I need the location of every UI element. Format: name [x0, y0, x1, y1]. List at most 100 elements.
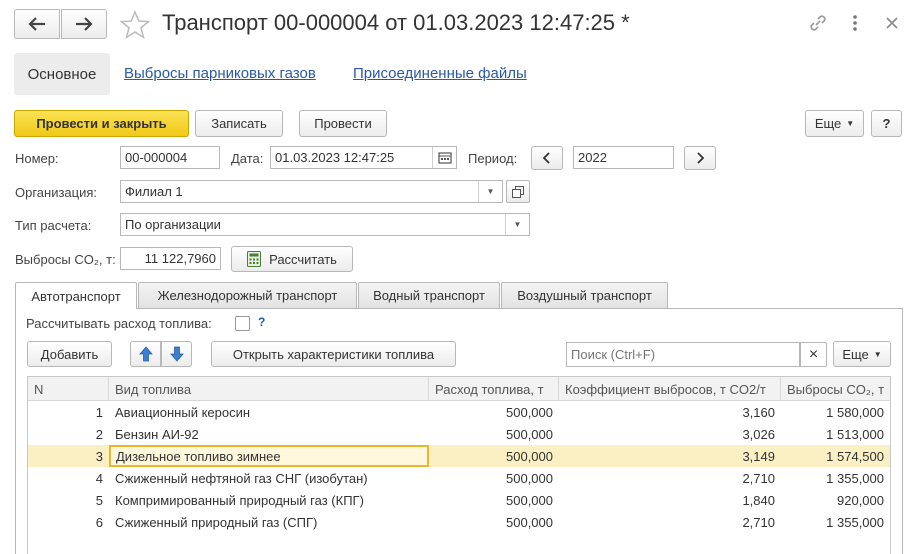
- move-down-button[interactable]: [161, 341, 192, 367]
- more-label: Еще: [814, 116, 842, 131]
- row-number: 5: [95, 492, 103, 508]
- coef-cell: 1,840: [742, 492, 775, 508]
- panel-more-label: Еще: [842, 346, 869, 362]
- calculate-label: Рассчитать: [269, 251, 337, 267]
- row-number: 1: [95, 404, 103, 420]
- row-number: 3: [95, 448, 103, 464]
- nav-emissions-link[interactable]: Выбросы парниковых газов: [124, 65, 316, 82]
- emissions-cell: 1 355,000: [826, 470, 884, 486]
- calc-type-select[interactable]: По организации ▼: [120, 213, 530, 236]
- org-select[interactable]: Филиал 1 ▼: [120, 180, 503, 203]
- table-row[interactable]: 4 Сжиженный нефтяной газ СНГ (изобутан) …: [28, 467, 890, 489]
- date-input[interactable]: 01.03.2023 12:47:25: [270, 146, 457, 169]
- panel-more-button[interactable]: Еще ▼: [833, 341, 891, 367]
- post-and-close-label: Провести и закрыть: [36, 116, 167, 131]
- calendar-icon[interactable]: [432, 147, 456, 168]
- fuel-type-cell: Авиационный керосин: [115, 404, 251, 420]
- clear-icon: ×: [808, 345, 819, 363]
- table-row[interactable]: 6 Сжиженный природный газ (СПГ) 500,000 …: [28, 511, 890, 533]
- calculator-icon: [247, 251, 262, 267]
- close-icon[interactable]: [884, 15, 900, 31]
- tab-water-transport-label: Водный транспорт: [373, 288, 485, 303]
- link-icon[interactable]: [808, 13, 828, 33]
- column-header-coef[interactable]: Коэффициент выбросов, т CO2/т: [559, 377, 781, 401]
- arrow-left-icon: [28, 17, 45, 31]
- chevron-down-icon: ▼: [873, 349, 882, 359]
- consumption-cell: 500,000: [506, 448, 553, 464]
- column-header-n[interactable]: N: [28, 377, 109, 401]
- period-input[interactable]: 2022: [573, 146, 674, 169]
- fuel-type-cell[interactable]: Дизельное топливо зимнее: [109, 445, 429, 467]
- dropdown-arrow-icon[interactable]: ▼: [505, 214, 529, 235]
- co2-label: Выбросы CO₂, т:: [15, 252, 116, 267]
- add-button[interactable]: Добавить: [27, 341, 112, 367]
- favorite-star-icon[interactable]: [119, 10, 151, 40]
- org-open-button[interactable]: [506, 180, 530, 203]
- dropdown-arrow-icon[interactable]: ▼: [478, 181, 502, 202]
- consumption-cell: 500,000: [506, 404, 553, 420]
- consumption-cell: 500,000: [506, 492, 553, 508]
- row-number: 4: [95, 470, 103, 486]
- more-vertical-icon[interactable]: [848, 13, 862, 33]
- consumption-cell: 500,000: [506, 514, 553, 530]
- post-label: Провести: [314, 116, 372, 131]
- table-row[interactable]: 5 Компримированный природный газ (КПГ) 5…: [28, 489, 890, 511]
- search-input[interactable]: [566, 342, 800, 367]
- number-label: Номер:: [15, 151, 59, 166]
- column-header-fuel[interactable]: Вид топлива: [109, 377, 429, 401]
- date-label: Дата:: [231, 151, 264, 166]
- tab-water-transport[interactable]: Водный транспорт: [358, 282, 500, 308]
- forward-button[interactable]: [61, 9, 107, 39]
- consumption-cell: 500,000: [506, 470, 553, 486]
- fuel-type-cell: Сжиженный нефтяной газ СНГ (изобутан): [115, 470, 368, 486]
- period-label: Период:: [468, 151, 518, 166]
- help-button[interactable]: ?: [871, 110, 902, 137]
- co2-value-field: 11 122,7960: [120, 247, 221, 270]
- chevron-down-icon: ▼: [846, 119, 855, 128]
- date-value: 01.03.2023 12:47:25: [275, 150, 395, 165]
- more-button[interactable]: Еще ▼: [805, 110, 864, 137]
- tab-rail-transport[interactable]: Железнодорожный транспорт: [138, 282, 357, 308]
- arrow-up-icon: [138, 346, 153, 362]
- calculate-button[interactable]: Рассчитать: [231, 246, 353, 272]
- nav-files-link[interactable]: Присоединенные файлы: [353, 65, 527, 82]
- nav-main-label: Основное: [27, 65, 97, 83]
- save-button[interactable]: Записать: [195, 110, 283, 137]
- emissions-cell: 920,000: [837, 492, 884, 508]
- table-header: N Вид топлива Расход топлива, т Коэффици…: [28, 377, 890, 401]
- org-value: Филиал 1: [125, 184, 183, 199]
- back-button[interactable]: [14, 9, 60, 39]
- emissions-cell: 1 355,000: [826, 514, 884, 530]
- column-header-consumption[interactable]: Расход топлива, т: [429, 377, 559, 401]
- column-header-emissions[interactable]: Выбросы CO₂, т: [781, 377, 890, 401]
- row-number: 6: [95, 514, 103, 530]
- post-and-close-button[interactable]: Провести и закрыть: [14, 110, 189, 137]
- coef-cell: 3,149: [742, 448, 775, 464]
- post-button[interactable]: Провести: [299, 110, 387, 137]
- tab-air-transport-label: Воздушный транспорт: [517, 288, 652, 303]
- tab-air-transport[interactable]: Воздушный транспорт: [501, 282, 668, 308]
- number-input[interactable]: 00-000004: [120, 146, 220, 169]
- nav-main-tab[interactable]: Основное: [14, 53, 110, 95]
- coef-cell: 3,026: [742, 426, 775, 442]
- emissions-cell: 1 513,000: [826, 426, 884, 442]
- coef-cell: 2,710: [742, 514, 775, 530]
- fuel-calc-checkbox[interactable]: [235, 316, 250, 331]
- table-row[interactable]: 1 Авиационный керосин 500,000 3,160 1 58…: [28, 401, 890, 423]
- open-fuel-characteristics-button[interactable]: Открыть характеристики топлива: [211, 341, 456, 367]
- help-label: ?: [882, 116, 891, 131]
- search-clear-button[interactable]: ×: [800, 342, 827, 367]
- emissions-cell: 1 574,500: [826, 448, 884, 464]
- period-next-button[interactable]: [684, 146, 716, 170]
- table-row[interactable]: 2 Бензин АИ-92 500,000 3,026 1 513,000: [28, 423, 890, 445]
- fuel-type-cell: Компримированный природный газ (КПГ): [115, 492, 364, 508]
- move-up-button[interactable]: [130, 341, 161, 367]
- fuel-calc-help-icon[interactable]: ?: [258, 315, 265, 329]
- period-prev-button[interactable]: [531, 146, 563, 170]
- table-row-selected[interactable]: 3 Дизельное топливо зимнее 500,000 3,149…: [28, 445, 890, 467]
- co2-value: 11 122,7960: [144, 251, 216, 266]
- window-title: Транспорт 00-000004 от 01.03.2023 12:47:…: [162, 10, 630, 35]
- tab-auto-transport[interactable]: Автотранспорт: [15, 282, 137, 309]
- fuel-table: N Вид топлива Расход топлива, т Коэффици…: [27, 376, 891, 554]
- period-value: 2022: [578, 150, 607, 165]
